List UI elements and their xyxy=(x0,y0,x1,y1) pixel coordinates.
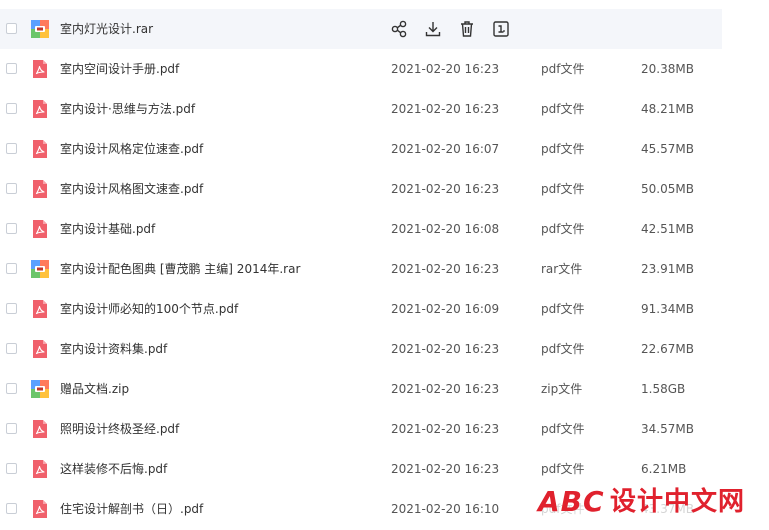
file-type: pdf文件 xyxy=(541,62,585,76)
watermark-text: 设计中文网 xyxy=(610,487,746,517)
file-date: 2021-02-20 16:07 xyxy=(391,142,500,156)
file-date: 2021-02-20 16:10 xyxy=(391,502,500,516)
share-icon[interactable] xyxy=(390,19,408,39)
file-size: 45.57MB xyxy=(641,142,694,156)
file-size: 91.34MB xyxy=(641,302,694,316)
file-size: 23.91MB xyxy=(641,262,694,276)
pdf-icon xyxy=(30,99,50,119)
file-checkbox[interactable] xyxy=(6,23,17,34)
file-name[interactable]: 室内设计基础.pdf xyxy=(60,209,155,249)
file-name[interactable]: 这样装修不后悔.pdf xyxy=(60,449,167,489)
file-name[interactable]: 室内设计资料集.pdf xyxy=(60,329,167,369)
file-row[interactable]: 室内设计·思维与方法.pdf 2021-02-20 16:23 pdf文件 48.21… xyxy=(0,89,722,129)
file-name[interactable]: 室内灯光设计.rar xyxy=(60,9,153,49)
file-name[interactable]: 室内空间设计手册.pdf xyxy=(60,49,179,89)
watermark: ABC 设计中文网 xyxy=(538,483,769,523)
file-list: 室内灯光设计.rar 室内空间设计手册.pdf 2021-02-20 16:23 pd… xyxy=(0,9,769,529)
file-row[interactable]: 照明设计终极圣经.pdf 2021-02-20 16:23 pdf文件 34.57MB xyxy=(0,409,722,449)
file-date: 2021-02-20 16:23 xyxy=(391,102,500,116)
file-checkbox[interactable] xyxy=(6,143,17,154)
file-type: pdf文件 xyxy=(541,142,585,156)
file-size: 50.05MB xyxy=(641,182,694,196)
file-row[interactable]: 室内灯光设计.rar xyxy=(0,9,722,49)
pdf-icon xyxy=(30,299,50,319)
file-size: 42.51MB xyxy=(641,222,694,236)
file-row[interactable]: 室内设计基础.pdf 2021-02-20 16:08 pdf文件 42.51MB xyxy=(0,209,722,249)
file-size: 22.67MB xyxy=(641,342,694,356)
file-size: 20.38MB xyxy=(641,62,694,76)
file-checkbox[interactable] xyxy=(6,63,17,74)
delete-icon[interactable] xyxy=(458,19,476,39)
file-row[interactable]: 赠品文档.zip 2021-02-20 16:23 zip文件 1.58GB xyxy=(0,369,722,409)
file-row[interactable]: 室内设计师必知的100个节点.pdf 2021-02-20 16:09 pdf文件 9… xyxy=(0,289,722,329)
file-row[interactable]: 室内设计风格定位速查.pdf 2021-02-20 16:07 pdf文件 45.57… xyxy=(0,129,722,169)
pdf-icon xyxy=(30,219,50,239)
file-name[interactable]: 室内设计师必知的100个节点.pdf xyxy=(60,289,238,329)
file-checkbox[interactable] xyxy=(6,303,17,314)
file-checkbox[interactable] xyxy=(6,343,17,354)
file-name[interactable]: 室内设计风格图文速查.pdf xyxy=(60,169,203,209)
pdf-icon xyxy=(30,499,50,519)
file-date: 2021-02-20 16:23 xyxy=(391,382,500,396)
file-size: 34.57MB xyxy=(641,422,694,436)
pdf-icon xyxy=(30,339,50,359)
file-checkbox[interactable] xyxy=(6,423,17,434)
file-checkbox[interactable] xyxy=(6,223,17,234)
file-type: pdf文件 xyxy=(541,182,585,196)
file-date: 2021-02-20 16:09 xyxy=(391,302,500,316)
archive-icon xyxy=(30,379,50,399)
file-type: pdf文件 xyxy=(541,302,585,316)
download-icon[interactable] xyxy=(424,19,442,39)
file-name[interactable]: 赠品文档.zip xyxy=(60,369,129,409)
file-type: rar文件 xyxy=(541,262,583,276)
file-checkbox[interactable] xyxy=(6,183,17,194)
file-date: 2021-02-20 16:08 xyxy=(391,222,500,236)
file-row[interactable]: 室内设计风格图文速查.pdf 2021-02-20 16:23 pdf文件 50.05… xyxy=(0,169,722,209)
file-date: 2021-02-20 16:23 xyxy=(391,62,500,76)
file-name[interactable]: 住宅设计解剖书（日）.pdf xyxy=(60,489,203,529)
file-type: zip文件 xyxy=(541,382,583,396)
archive-icon xyxy=(30,19,50,39)
pdf-icon xyxy=(30,179,50,199)
file-name[interactable]: 室内设计配色图典 [曹茂鹏 主编] 2014年.rar xyxy=(60,249,300,289)
file-row[interactable]: 室内设计配色图典 [曹茂鹏 主编] 2014年.rar 2021-02-20 16… xyxy=(0,249,722,289)
file-row[interactable]: 室内空间设计手册.pdf 2021-02-20 16:23 pdf文件 20.38MB xyxy=(0,49,722,89)
pdf-icon xyxy=(30,59,50,79)
file-type: pdf文件 xyxy=(541,222,585,236)
pdf-icon xyxy=(30,419,50,439)
file-size: 1.58GB xyxy=(641,382,686,396)
file-date: 2021-02-20 16:23 xyxy=(391,182,500,196)
file-size: 48.21MB xyxy=(641,102,694,116)
file-date: 2021-02-20 16:23 xyxy=(391,262,500,276)
file-checkbox[interactable] xyxy=(6,103,17,114)
file-name[interactable]: 室内设计风格定位速查.pdf xyxy=(60,129,203,169)
file-date: 2021-02-20 16:23 xyxy=(391,422,500,436)
file-row[interactable]: 室内设计资料集.pdf 2021-02-20 16:23 pdf文件 22.67MB xyxy=(0,329,722,369)
pdf-icon xyxy=(30,139,50,159)
archive-icon xyxy=(30,259,50,279)
pdf-icon xyxy=(30,459,50,479)
file-name[interactable]: 室内设计·思维与方法.pdf xyxy=(60,89,195,129)
watermark-logo: ABC xyxy=(538,485,605,518)
file-checkbox[interactable] xyxy=(6,503,17,514)
more-icon[interactable] xyxy=(492,19,510,39)
file-checkbox[interactable] xyxy=(6,383,17,394)
file-name[interactable]: 照明设计终极圣经.pdf xyxy=(60,409,179,449)
file-checkbox[interactable] xyxy=(6,263,17,274)
file-type: pdf文件 xyxy=(541,342,585,356)
file-date: 2021-02-20 16:23 xyxy=(391,342,500,356)
file-type: pdf文件 xyxy=(541,422,585,436)
file-checkbox[interactable] xyxy=(6,463,17,474)
file-type: pdf文件 xyxy=(541,102,585,116)
file-date: 2021-02-20 16:23 xyxy=(391,462,500,476)
